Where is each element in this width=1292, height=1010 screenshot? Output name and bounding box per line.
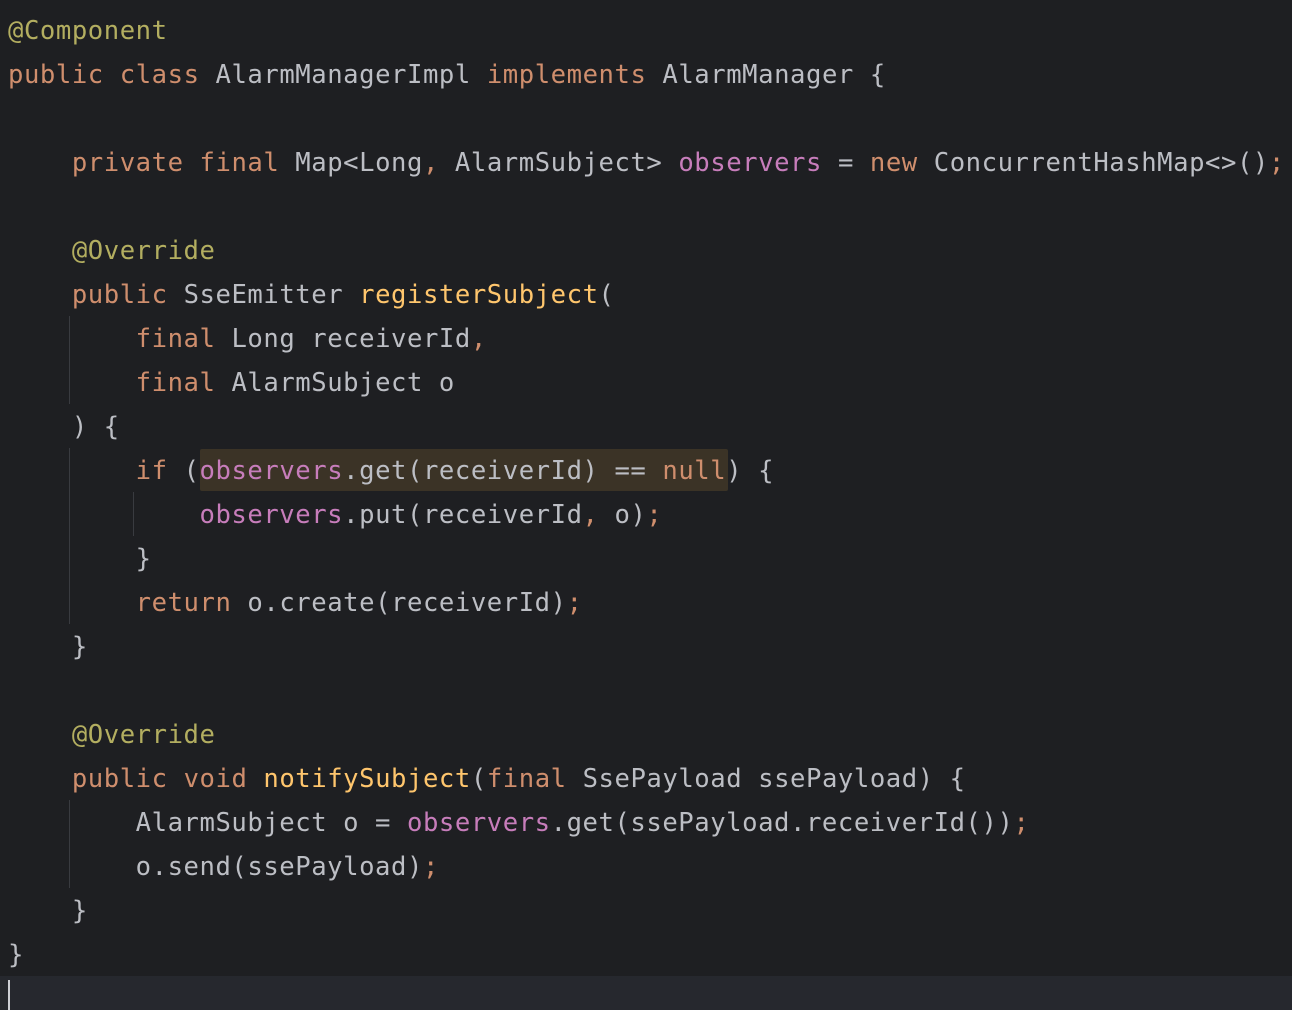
keyword-implements: implements xyxy=(486,60,647,90)
semicolon: ; xyxy=(1013,808,1030,838)
param-list: SsePayload ssePayload) { xyxy=(582,764,966,794)
comma: , xyxy=(582,500,599,530)
annotation-override: @Override xyxy=(71,720,216,750)
keyword-final: final xyxy=(135,368,216,398)
param-receiver-id: receiverId xyxy=(311,324,471,354)
code-editor[interactable]: @Component public class AlarmManagerImpl… xyxy=(0,0,1292,1010)
put-call: .put(receiverId xyxy=(343,500,583,530)
field-observers: observers xyxy=(199,500,344,530)
keyword-new: new xyxy=(869,148,918,178)
close-brace: } xyxy=(71,632,88,662)
close-brace: } xyxy=(8,940,24,970)
keyword-return: return xyxy=(135,588,232,618)
annotation-override: @Override xyxy=(71,236,216,266)
semicolon: ; xyxy=(566,588,583,618)
code-line-8[interactable]: final Long receiverId, xyxy=(8,317,487,361)
keyword-final: final xyxy=(135,324,216,354)
close-brace: } xyxy=(71,896,88,926)
type-alarm-subject: AlarmSubject> xyxy=(454,148,663,178)
keyword-public: public xyxy=(8,60,104,90)
field-observers: observers xyxy=(406,808,551,838)
code-line-13[interactable]: } xyxy=(8,537,152,581)
get-call: .get(receiverId) == xyxy=(343,456,647,486)
put-arg: o) xyxy=(614,500,647,530)
interface-name: AlarmManager xyxy=(662,60,854,90)
code-line-12[interactable]: observers.put(receiverId, o); xyxy=(8,493,662,537)
code-line-9[interactable]: final AlarmSubject o xyxy=(8,361,455,405)
open-paren: ( xyxy=(470,764,487,794)
close-paren-brace: ) { xyxy=(726,456,775,486)
text-caret xyxy=(8,980,10,1010)
code-line-7[interactable]: public SseEmitter registerSubject( xyxy=(8,273,615,317)
keyword-public: public xyxy=(71,280,168,310)
keyword-void: void xyxy=(183,764,248,794)
keyword-if: if xyxy=(135,456,168,486)
code-line-10[interactable]: ) { xyxy=(8,405,120,449)
code-line-6[interactable]: @Override xyxy=(8,229,215,273)
get-call: .get(ssePayload.receiverId()) xyxy=(550,808,1014,838)
code-line-18[interactable]: public void notifySubject(final SsePaylo… xyxy=(8,757,966,801)
code-line-1[interactable]: @Component xyxy=(8,9,168,53)
send-call: o.send(ssePayload) xyxy=(135,852,423,882)
local-declaration: AlarmSubject o = xyxy=(135,808,392,838)
field-observers: observers xyxy=(199,456,344,486)
comma: , xyxy=(470,324,487,354)
field-observers: observers xyxy=(678,148,822,178)
code-line-19[interactable]: AlarmSubject o = observers.get(ssePayloa… xyxy=(8,801,1029,845)
code-line-4[interactable]: private final Map<Long, AlarmSubject> ob… xyxy=(8,141,1285,185)
keyword-private: private xyxy=(71,148,184,178)
open-paren: ( xyxy=(183,456,200,486)
current-line-highlight[interactable] xyxy=(0,976,1292,1010)
return-type: SseEmitter xyxy=(183,280,344,310)
constructor-call: ConcurrentHashMap<>() xyxy=(933,148,1269,178)
method-register-subject: registerSubject xyxy=(359,280,599,310)
close-brace: } xyxy=(135,544,152,574)
code-line-17[interactable]: @Override xyxy=(8,713,215,757)
method-notify-subject: notifySubject xyxy=(263,764,471,794)
code-line-15[interactable]: } xyxy=(8,625,88,669)
comma: , xyxy=(422,148,439,178)
open-brace: { xyxy=(869,60,886,90)
semicolon: ; xyxy=(646,500,663,530)
open-paren: ( xyxy=(598,280,615,310)
code-line-21[interactable]: } xyxy=(8,889,88,933)
semicolon: ; xyxy=(422,852,439,882)
code-line-20[interactable]: o.send(ssePayload); xyxy=(8,845,439,889)
code-line-22[interactable]: } xyxy=(8,933,24,977)
keyword-public: public xyxy=(71,764,168,794)
keyword-class: class xyxy=(119,60,200,90)
semicolon: ; xyxy=(1268,148,1285,178)
annotation-component: @Component xyxy=(8,16,168,46)
create-call: o.create(receiverId) xyxy=(247,588,567,618)
code-line-14[interactable]: return o.create(receiverId); xyxy=(8,581,583,625)
code-line-11[interactable]: if (observers.get(receiverId) == null) { xyxy=(8,449,774,493)
code-line-2[interactable]: public class AlarmManagerImpl implements… xyxy=(8,53,886,97)
type-map-long: Map<Long xyxy=(295,148,423,178)
param-o: o xyxy=(438,368,455,398)
class-name: AlarmManagerImpl xyxy=(215,60,471,90)
keyword-final: final xyxy=(199,148,280,178)
keyword-null: null xyxy=(662,456,727,486)
param-type: AlarmSubject xyxy=(231,368,423,398)
assign-operator: = xyxy=(837,148,854,178)
keyword-final: final xyxy=(486,764,567,794)
param-type: Long xyxy=(231,324,296,354)
close-paren-brace: ) { xyxy=(71,412,120,442)
